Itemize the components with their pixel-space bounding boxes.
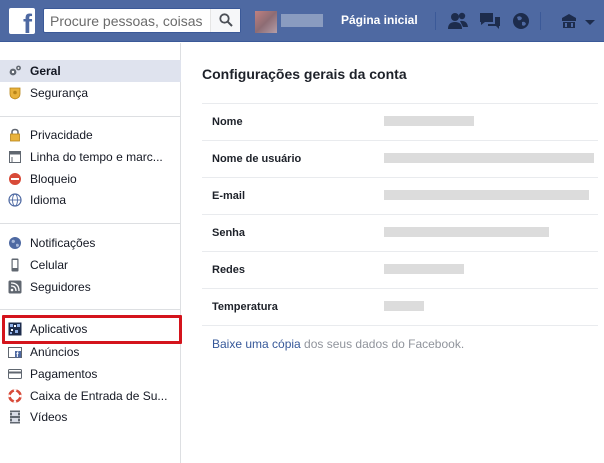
lock-icon [10, 128, 20, 142]
sidebar-item-label: Seguidores [30, 280, 91, 294]
sidebar-item-privacidade[interactable]: Privacidade [0, 124, 181, 146]
sidebar-item-geral[interactable]: Geral [0, 60, 181, 82]
messages-icon[interactable] [478, 10, 502, 32]
sidebar-item-label: Notificações [30, 236, 96, 250]
row-value-blurred [384, 227, 549, 237]
profile-name-blurred[interactable] [281, 14, 323, 27]
sidebar-item-label: Pagamentos [30, 367, 98, 381]
nav-divider [540, 12, 541, 30]
row-label: Redes [212, 264, 246, 276]
timeline-icon [9, 151, 21, 163]
lifebuoy-icon [8, 389, 22, 403]
card-icon [8, 369, 22, 379]
row-value-blurred [384, 301, 424, 311]
row-value-blurred [384, 190, 589, 200]
sidebar-divider [0, 116, 181, 117]
facebook-logo-letter: f [23, 9, 32, 35]
download-copy-link[interactable]: Baixe uma cópia [212, 337, 301, 351]
notification-globe-icon [9, 237, 21, 249]
sidebar-item-bloqueio[interactable]: Bloqueio [0, 168, 181, 190]
sidebar-item-seguranca[interactable]: Segurança [0, 82, 181, 104]
settings-row-senha[interactable]: Senha [202, 214, 598, 251]
ads-icon: f [8, 347, 22, 359]
gears-icon [9, 65, 21, 76]
row-label: Nome de usuário [212, 153, 302, 165]
sidebar-item-label: Caixa de Entrada de Su... [30, 389, 168, 403]
sidebar-divider [0, 309, 181, 310]
settings-row-nome[interactable]: Nome [202, 103, 598, 140]
sidebar-item-seguidores[interactable]: Seguidores [0, 276, 181, 298]
film-icon [10, 410, 20, 424]
nav-divider [435, 12, 436, 30]
sidebar-item-linha-do-tempo[interactable]: Linha do tempo e marc... [0, 146, 181, 168]
globe-icon [8, 193, 22, 207]
sidebar-item-celular[interactable]: Celular [0, 254, 181, 276]
sidebar-divider [0, 223, 181, 224]
download-copy-text: Baixe uma cópia dos seus dados do Facebo… [212, 337, 464, 351]
sidebar-item-idioma[interactable]: Idioma [0, 189, 181, 211]
sidebar-item-label: Privacidade [30, 128, 93, 142]
sidebar-item-label: Linha do tempo e marc... [30, 150, 163, 164]
mobile-icon [11, 258, 19, 272]
row-label: Temperatura [212, 301, 278, 313]
friend-requests-icon[interactable] [446, 10, 470, 32]
account-menu-icon[interactable] [582, 10, 598, 32]
facebook-logo-icon[interactable]: f [9, 8, 35, 34]
sidebar-item-label: Vídeos [30, 410, 68, 424]
shield-icon [9, 87, 21, 100]
download-copy-suffix: dos seus dados do Facebook. [300, 337, 465, 351]
sidebar-item-pagamentos[interactable]: Pagamentos [0, 363, 181, 385]
notifications-globe-icon[interactable] [510, 10, 534, 32]
settings-row-temperatura[interactable]: Temperatura [202, 288, 598, 325]
row-label: Senha [212, 227, 246, 239]
settings-row-redes[interactable]: Redes [202, 251, 598, 288]
row-label: Nome [212, 116, 243, 128]
search-icon [219, 13, 233, 27]
settings-row-e-mail[interactable]: E-mail [202, 177, 598, 214]
block-icon [9, 173, 21, 185]
page-title: Configurações gerais da conta [202, 66, 407, 82]
sidebar-item-label: Segurança [30, 86, 89, 100]
sidebar-item-label: Geral [30, 64, 61, 78]
sidebar-item-anuncios[interactable]: f Anúncios [0, 341, 181, 363]
sidebar-item-label: Bloqueio [30, 172, 77, 186]
row-value-blurred [384, 116, 474, 126]
settings-sidebar: Geral Segurança Privacidade Linha do tem… [0, 43, 181, 463]
search-input[interactable] [44, 9, 212, 32]
main-content: Configurações gerais da conta Nome Nome … [182, 43, 604, 463]
search-button[interactable] [210, 9, 240, 32]
home-link[interactable]: Página inicial [341, 13, 418, 27]
privacy-shortcuts-icon[interactable] [558, 10, 582, 32]
sidebar-item-label: Idioma [30, 193, 67, 207]
row-label: E-mail [212, 190, 246, 202]
sidebar-item-notificacoes[interactable]: Notificações [0, 232, 181, 254]
sidebar-item-caixa-de-entrada[interactable]: Caixa de Entrada de Su... [0, 385, 181, 407]
rss-icon [8, 280, 22, 294]
top-navigation-bar: f Página inicial [0, 0, 604, 42]
footer-divider [202, 325, 598, 326]
sidebar-item-label: Anúncios [30, 345, 80, 359]
sidebar-item-videos[interactable]: Vídeos [0, 406, 181, 428]
row-value-blurred [384, 153, 594, 163]
sidebar-item-label: Celular [30, 258, 69, 272]
avatar[interactable] [255, 11, 277, 33]
highlight-box [2, 315, 182, 344]
search-box [43, 8, 241, 33]
row-value-blurred [384, 264, 464, 274]
settings-row-nome-de-usuario[interactable]: Nome de usuário [202, 140, 598, 177]
